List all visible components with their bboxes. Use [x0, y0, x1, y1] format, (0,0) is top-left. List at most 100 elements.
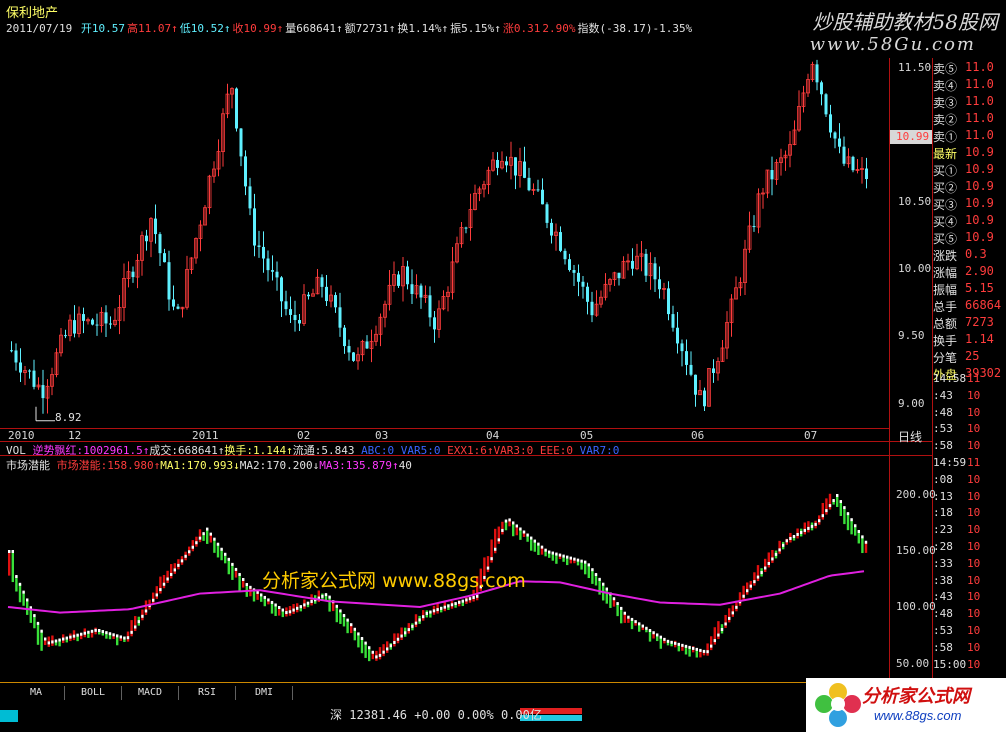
indicator-bar: [414, 614, 418, 628]
indicator-ma-dot: [803, 528, 806, 532]
indicator-bar: [807, 521, 810, 533]
candle-body: [464, 227, 468, 229]
tick-time: :28: [933, 539, 953, 553]
brand-url: www.88gs.com: [874, 708, 962, 723]
candle-body: [343, 327, 346, 347]
candle-body: [820, 82, 823, 95]
indicator-ma-dot: [764, 566, 767, 570]
indicator-ma-dot: [83, 631, 86, 635]
indicator-ma-dot: [767, 561, 770, 565]
indicator-ma-dot: [123, 636, 126, 640]
indicator-bar: [206, 528, 209, 544]
indicator-ma-dot: [353, 627, 356, 631]
order-book-label: 振幅: [933, 283, 958, 297]
indicator-ma-dot: [296, 606, 299, 610]
indicator-ma-dot: [191, 545, 194, 549]
order-book-value: 2.90: [965, 264, 994, 278]
order-book-row: 买② 10.9: [933, 179, 1006, 196]
order-book-row: 换手 1.14: [933, 332, 1006, 349]
indicator-ma-dot: [450, 603, 454, 607]
indicator-tick: 150.00: [896, 544, 936, 557]
indicator-ma-dot: [742, 594, 745, 598]
candle-body: [671, 314, 675, 328]
indicator-tab[interactable]: RSI: [179, 686, 236, 700]
period-label[interactable]: 日线: [898, 428, 922, 445]
indicator-ma-dot: [800, 530, 803, 534]
indicator-ma-dot: [569, 556, 572, 560]
indicator-ma-dot: [130, 630, 133, 634]
indicator-ma-dot: [706, 650, 709, 654]
indicator-ma-dot: [551, 551, 554, 555]
indicator-bar: [162, 574, 166, 589]
indicator-tab[interactable]: MACD: [122, 686, 179, 700]
indicator-ma-dot: [119, 635, 122, 639]
order-book-label: 卖⑤: [933, 62, 958, 76]
indicator-ma-dot: [159, 588, 162, 592]
indicator-tab[interactable]: MA: [8, 686, 65, 700]
tick-time: :13: [933, 489, 953, 503]
tick-time: :18: [933, 506, 953, 520]
indicator-bar: [393, 633, 396, 647]
candle-body: [433, 317, 436, 330]
indicator-bar: [771, 549, 774, 563]
indicator-ma-dot: [440, 606, 443, 610]
candle-body: [397, 274, 400, 286]
candle-body: [680, 343, 684, 352]
indicator-tab[interactable]: DMI: [236, 686, 293, 700]
indicator-ma-dot: [54, 639, 58, 643]
quote-date: 2011/07/19: [6, 22, 79, 35]
indicator-bar: [18, 583, 22, 603]
candle-body: [109, 323, 112, 325]
candle-body: [590, 301, 594, 316]
tick-price: 10: [967, 573, 981, 587]
indicator-ma-dot: [209, 532, 212, 536]
candle-body: [307, 294, 310, 297]
indicator-tab[interactable]: BOLL: [65, 686, 122, 700]
tick-time: :08: [933, 472, 953, 486]
candle-body: [28, 370, 31, 372]
indicator-ma-dot: [299, 605, 302, 609]
indicator-ma-dot: [15, 575, 18, 579]
order-book-value: 25: [965, 349, 980, 363]
indicator-ma-dot: [224, 552, 227, 556]
indicator-bar: [144, 600, 148, 615]
indicator-ma-dot: [818, 519, 821, 523]
indicator-bar: [605, 588, 608, 604]
indicator-ma-dot: [753, 580, 756, 584]
flower-logo-icon: [815, 683, 861, 727]
indicator-bar: [767, 552, 770, 568]
indicator-ma-dot: [594, 573, 598, 577]
indicator-bar: [357, 633, 360, 648]
indicator-ma-dot: [195, 541, 198, 545]
indicator-ma-dot: [137, 620, 140, 624]
indicator-ma-dot: [702, 649, 706, 653]
candle-body: [851, 156, 855, 171]
candle-body: [842, 146, 846, 164]
tick-price: 10: [967, 539, 981, 553]
indicator-ma-dot: [659, 635, 662, 639]
indicator-ma-dot: [663, 637, 666, 641]
quote-row: 2011/07/19 开10.57 高11.07↑ 低10.52↑ 收10.99↑ 量6…: [6, 20, 694, 36]
indicator-ma-dot: [425, 611, 428, 615]
candle-body: [289, 309, 292, 315]
candle-body: [298, 320, 301, 324]
indicator-bar: [753, 572, 756, 586]
indicator-ma-dot: [231, 562, 234, 566]
indicator-bar: [155, 586, 158, 599]
indicator-ma-dot: [328, 595, 331, 599]
indicator-ma-dot: [141, 614, 144, 618]
indicator-ma-dot: [321, 594, 324, 598]
tick-time: 14:59: [933, 455, 967, 469]
indicator-ma-dot: [843, 506, 846, 510]
tick-row: :08 10: [933, 473, 1006, 490]
tick-row: :48 10: [933, 607, 1006, 624]
order-book-label: 买①: [933, 164, 958, 178]
candle-body: [676, 327, 679, 344]
candle-body: [523, 161, 526, 178]
tick-time: :43: [933, 388, 953, 402]
indicator-bar: [724, 614, 727, 628]
indicator-ma-dot: [814, 522, 817, 526]
indicator-ma-dot: [40, 629, 43, 633]
tick-time: :43: [933, 590, 953, 604]
indicator-ma-dot: [69, 635, 72, 639]
